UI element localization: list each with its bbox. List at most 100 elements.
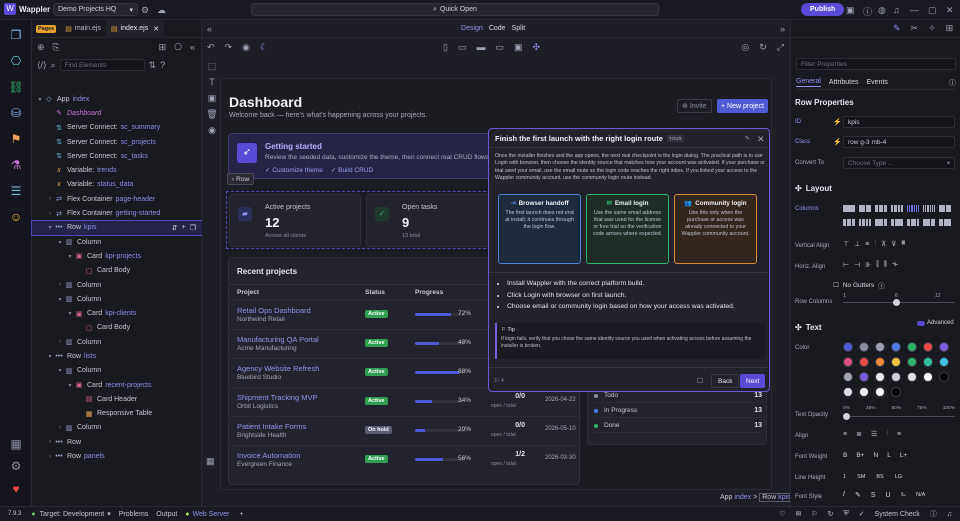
line-height-option[interactable]: BS <box>876 474 883 480</box>
id-input[interactable]: kpis <box>843 116 955 128</box>
hierarchy-icon[interactable]: ⎔ <box>5 52 27 70</box>
copy-icon[interactable]: ❐ <box>190 224 196 232</box>
grid-icon[interactable]: ▦ <box>206 456 215 467</box>
tree-item[interactable]: ▾ ◇ App index <box>32 92 202 106</box>
color-swatch[interactable] <box>875 387 885 397</box>
undo-icon[interactable]: ↶ <box>207 42 215 53</box>
tree-item[interactable]: ▾ ▥ Column <box>32 235 202 249</box>
camera-icon[interactable]: ◉ <box>242 42 250 53</box>
tree-item[interactable]: ▾ ▥ Column <box>32 364 202 378</box>
align-option-icon[interactable]: ⟛ <box>892 261 898 269</box>
table-row[interactable]: Patient Intake Forms Brightside Health On … <box>229 416 581 445</box>
like-icon[interactable]: ♡ <box>779 510 785 518</box>
text-align-icon[interactable]: ≡ <box>897 431 901 438</box>
bind-icon[interactable]: ⚡ <box>833 138 842 146</box>
chevron-down-icon[interactable]: ▾ <box>46 224 54 231</box>
column-layout-option[interactable] <box>923 205 936 212</box>
bell-icon[interactable]: ♫ <box>893 5 900 15</box>
tree-item[interactable]: ⇅ Server Connect: sc_tasks <box>32 149 202 163</box>
edit-icon[interactable]: ✎ <box>893 23 901 34</box>
chevron-down-icon[interactable]: ▾ <box>56 239 64 246</box>
column-layout-option[interactable] <box>843 219 855 226</box>
tab-events[interactable]: Events <box>866 79 887 86</box>
strike-icon[interactable]: S <box>871 492 876 499</box>
column-layout-option[interactable] <box>875 205 887 212</box>
tab-general[interactable]: General <box>796 78 821 87</box>
close-icon[interactable]: ✕ <box>946 5 954 16</box>
tab-attributes[interactable]: Attributes <box>829 79 859 86</box>
link-icon[interactable]: ⎁ <box>901 491 907 499</box>
column-layout-option[interactable] <box>907 205 920 212</box>
tools-icon[interactable]: ✂ <box>911 23 919 34</box>
project-name-link[interactable]: Retail Ops Dashboard <box>237 306 311 315</box>
trash-icon[interactable]: 🗑 <box>205 106 219 122</box>
workflow-icon[interactable]: ⛓ <box>5 78 27 96</box>
align-option-icon[interactable]: ⫶ <box>874 240 876 248</box>
line-height-option[interactable]: SM <box>857 474 865 480</box>
drop-icon[interactable]: ◍ <box>878 5 886 16</box>
project-select[interactable]: Demo Projects HQ ▾ <box>53 3 138 16</box>
move-icon[interactable]: ⇵ <box>172 224 178 232</box>
check-icon[interactable]: ✓ <box>859 510 865 518</box>
column-layout-option[interactable] <box>939 219 951 226</box>
column-layout-option[interactable] <box>923 219 935 226</box>
layout-section[interactable]: ✣ Layout <box>795 184 832 193</box>
output-tab[interactable]: Output <box>156 511 177 518</box>
tour-option-card[interactable]: ⇥ Browser handoff The first launch does no… <box>498 194 581 264</box>
redo-icon[interactable]: ↷ <box>225 42 233 53</box>
problems-tab[interactable]: Problems <box>119 511 149 518</box>
column-layout-option[interactable] <box>907 219 919 226</box>
align-option-icon[interactable]: ⊤ <box>843 240 849 248</box>
pointer-icon[interactable]: ⬚ <box>205 58 219 74</box>
tree-item[interactable]: ▾ ▣ Card recent-projects <box>32 378 202 392</box>
color-swatch[interactable] <box>907 372 917 382</box>
font-style-na[interactable]: N/A <box>916 492 925 498</box>
class-input[interactable]: row g-3 mb-4 <box>843 136 955 148</box>
tree-item[interactable]: ▾ ▣ Card kpi-projects <box>32 249 202 263</box>
column-layout-option[interactable] <box>859 205 871 212</box>
chat-icon[interactable]: ✉ <box>795 510 801 518</box>
text-tool-icon[interactable]: T <box>205 74 219 90</box>
preview-icon[interactable]: ◎ <box>741 42 749 53</box>
color-swatch[interactable] <box>875 342 885 352</box>
underline-icon[interactable]: U <box>886 492 891 499</box>
slider-handle[interactable] <box>893 299 900 306</box>
color-swatch[interactable] <box>923 342 933 352</box>
routes-icon[interactable]: ⚑ <box>5 130 27 148</box>
color-swatch[interactable] <box>923 357 933 367</box>
tree-item[interactable]: ▾ ▥ Column <box>32 292 202 306</box>
code-mode-tab[interactable]: Code <box>489 25 506 32</box>
color-swatch[interactable] <box>859 357 869 367</box>
web-server-tab[interactable]: Web Server <box>193 511 230 518</box>
color-swatch[interactable] <box>891 387 901 397</box>
align-option-icon[interactable]: ⫿ <box>876 261 878 269</box>
gear-icon[interactable]: ⚙ <box>141 5 149 16</box>
chevron-left-icon[interactable]: « <box>207 24 212 34</box>
tree-item[interactable]: › ▥ Column <box>32 421 202 435</box>
info-icon[interactable]: ⓘ <box>863 5 872 18</box>
column-layout-option[interactable] <box>843 205 855 212</box>
bind-icon[interactable]: ⚡ <box>833 118 842 126</box>
duplicate-icon[interactable]: ⎘ <box>53 42 60 53</box>
sync-icon[interactable]: ↻ <box>828 510 834 518</box>
color-swatch[interactable] <box>891 372 901 382</box>
pages-icon[interactable]: ❐ <box>5 26 27 44</box>
cloud-icon[interactable]: ☁ <box>157 5 166 16</box>
tree-item[interactable]: 𝑥 Variable: status_data <box>32 178 202 192</box>
refresh-icon[interactable]: ↻ <box>759 42 767 53</box>
align-option-icon[interactable]: ⊽ <box>891 240 896 248</box>
tree-item[interactable]: › ⇄ Flex Container page-header <box>32 192 202 206</box>
robot-icon[interactable]: ☺ <box>5 208 27 226</box>
color-swatch[interactable] <box>939 342 949 352</box>
color-swatch[interactable] <box>875 372 885 382</box>
color-swatch[interactable] <box>907 357 917 367</box>
font-weight-option[interactable]: L <box>887 452 891 459</box>
chevron-down-icon[interactable]: ▾ <box>46 353 54 360</box>
tree-item[interactable]: ▾ ••• Row lists <box>32 349 202 363</box>
tree-item[interactable]: ▤ Card Header <box>32 392 202 406</box>
tour-option-card[interactable]: ✉ Email login Use the same email address t… <box>586 194 669 264</box>
customize-theme-link[interactable]: ✓ Customize theme <box>265 166 323 174</box>
row-badge[interactable]: ‹ Row <box>227 173 255 185</box>
quick-open-bar[interactable]: ⌕ Quick Open <box>251 3 659 16</box>
tree-item[interactable]: › ▥ Column <box>32 278 202 292</box>
